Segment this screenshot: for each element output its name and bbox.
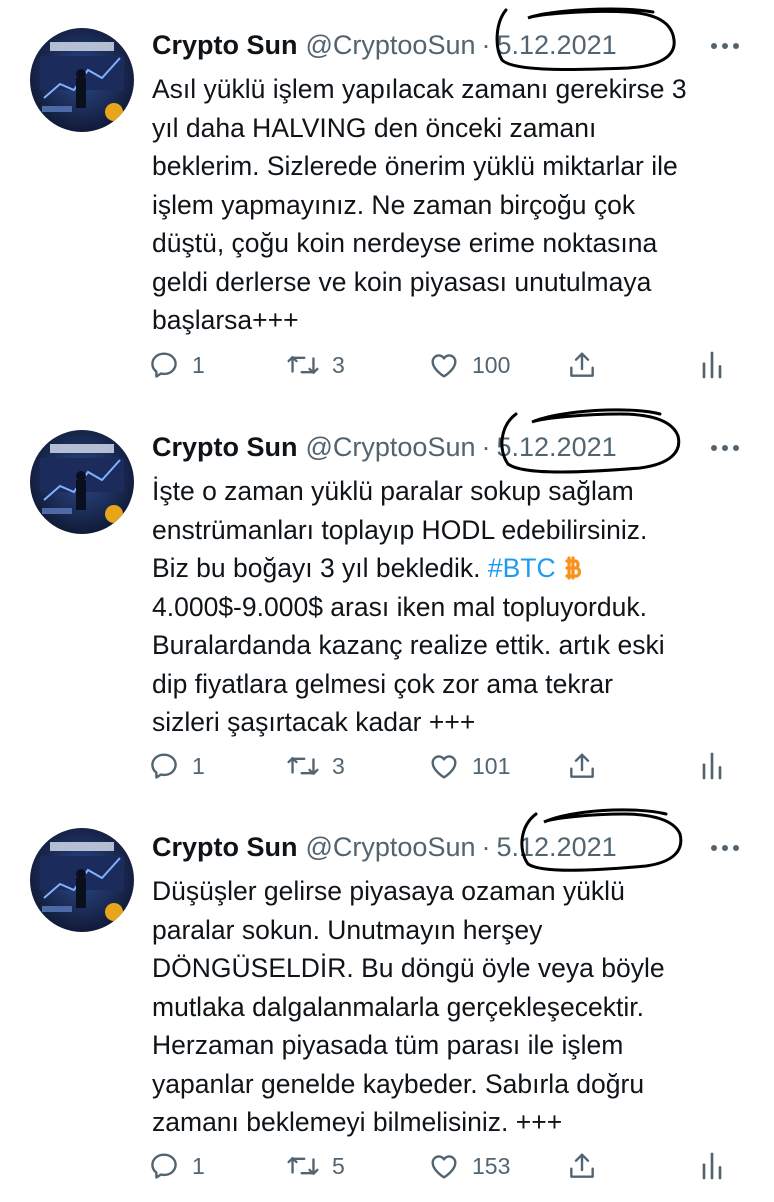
tweet[interactable]: Crypto Sun @CryptooSun · 5.12.2021 Düşüşler… (0, 802, 774, 1202)
like-icon (431, 354, 457, 378)
tweet-text-line: paralar sokun. Unutmayın herşey (152, 914, 543, 945)
share-icon (570, 352, 594, 377)
more-icon[interactable] (710, 444, 740, 452)
tweet-text-line: başlarsa+++ (152, 305, 299, 335)
like-count: 100 (472, 351, 511, 378)
tweet-date[interactable]: 5.12.2021 (497, 832, 617, 862)
tweet[interactable]: Crypto Sun @CryptooSun · 5.12.2021 İşte o z… (0, 402, 774, 802)
avatar[interactable] (30, 430, 134, 534)
retweet-icon (287, 355, 319, 375)
bitcoin-icon (565, 556, 581, 580)
tweet-text-line: mutlaka dalgalanmalarla gerçekleşecektir… (152, 991, 644, 1022)
reply-count: 1 (192, 1152, 205, 1179)
author-name[interactable]: Crypto Sun (152, 30, 298, 60)
retweet-button[interactable]: 3 (286, 746, 345, 786)
retweet-icon (287, 756, 319, 776)
author-name[interactable]: Crypto Sun (152, 832, 298, 862)
like-count: 101 (472, 752, 511, 779)
separator-dot: · (481, 832, 491, 862)
tweet-text-line: geldi derlerse ve koin piyasası unutulma… (152, 266, 652, 297)
tweet-actions: 1 3 100 (148, 345, 748, 385)
share-button[interactable] (566, 746, 598, 786)
tweet-actions: 1 3 101 (148, 746, 748, 786)
reply-count: 1 (192, 752, 205, 779)
like-button[interactable]: 100 (428, 345, 510, 385)
tweet-actions: 1 5 153 (148, 1146, 748, 1186)
share-icon (570, 1153, 594, 1178)
author-handle[interactable]: @CryptooSun (306, 30, 476, 60)
retweet-button[interactable]: 5 (286, 1146, 345, 1186)
analytics-icon (702, 351, 722, 379)
reply-icon (151, 1153, 177, 1179)
tweet-text: Düşüşler gelirse piyasaya ozaman yüklü p… (152, 872, 752, 1142)
like-count: 153 (472, 1152, 511, 1179)
analytics-icon (702, 752, 722, 780)
separator-dot: · (481, 432, 491, 462)
retweet-icon (287, 1156, 319, 1176)
share-button[interactable] (566, 1146, 598, 1186)
tweet-text-line: sizleri şaşırtacak kadar +++ (152, 707, 476, 737)
author-name[interactable]: Crypto Sun (152, 432, 298, 462)
retweet-button[interactable]: 3 (286, 345, 345, 385)
tweet-header: Crypto Sun @CryptooSun · 5.12.2021 (152, 430, 617, 464)
hashtag-link[interactable]: #BTC (488, 553, 556, 583)
analytics-button[interactable] (698, 345, 726, 385)
analytics-icon (702, 1152, 722, 1180)
avatar[interactable] (30, 828, 134, 932)
more-icon[interactable] (710, 42, 740, 50)
tweet-text-line: yıl daha HALVING den önceki zamanı (152, 112, 597, 143)
tweet-text: Asıl yüklü işlem yapılacak zamanı gereki… (152, 70, 752, 340)
like-button[interactable]: 101 (428, 746, 510, 786)
analytics-button[interactable] (698, 746, 726, 786)
reply-count: 1 (192, 351, 205, 378)
tweet-text-line: işlem yapmayınız. Ne zaman birçoğu çok (152, 189, 636, 220)
tweet-date[interactable]: 5.12.2021 (497, 30, 617, 60)
tweet-text-line: Düşüşler gelirse piyasaya ozaman yüklü (152, 876, 625, 906)
tweet-date[interactable]: 5.12.2021 (497, 432, 617, 462)
more-icon[interactable] (710, 844, 740, 852)
reply-icon (151, 352, 177, 378)
tweet-text-line: İşte o zaman yüklü paralar sokup sağlam (152, 476, 634, 506)
tweet[interactable]: Crypto Sun @CryptooSun · 5.12.2021 Asıl yük… (0, 0, 774, 400)
separator-dot: · (481, 30, 491, 60)
tweet-text-line: düştü, çoğu koin nerdeyse erime noktasın… (152, 228, 658, 258)
author-handle[interactable]: @CryptooSun (306, 432, 476, 462)
share-icon (570, 753, 594, 778)
tweet-text-line: dip fiyatlara gelmesi çok zor ama tekrar (152, 668, 613, 699)
like-button[interactable]: 153 (428, 1146, 510, 1186)
tweet-text-line: Asıl yüklü işlem yapılacak zamanı gereki… (152, 74, 687, 104)
retweet-count: 3 (332, 752, 345, 779)
reply-button[interactable]: 1 (148, 345, 205, 385)
avatar[interactable] (30, 28, 134, 132)
like-icon (431, 755, 457, 779)
tweet-text-segment: Biz bu boğayı 3 yıl bekledik. (152, 553, 488, 583)
tweet-text-line: 4.000$-9.000$ arası iken mal topluyorduk… (152, 591, 647, 622)
tweet-text: İşte o zaman yüklü paralar sokup sağlam … (152, 472, 752, 742)
tweet-text-line: Herzaman piyasada tüm parası ile işlem (152, 1030, 624, 1060)
like-icon (431, 1155, 457, 1179)
reply-button[interactable]: 1 (148, 1146, 205, 1186)
tweet-text-line: yapanlar genelde kaybeder. Sabırla doğru (152, 1068, 645, 1099)
tweet-text-line: zamanı beklemeyi bilmelisiniz. +++ (152, 1107, 563, 1137)
tweet-text-line: DÖNGÜSELDİR. Bu döngü öyle veya böyle (152, 953, 665, 983)
tweet-text-line: beklerim. Sizlerede önerim yüklü miktarl… (152, 151, 678, 181)
tweet-text-line: Biz bu boğayı 3 yıl bekledik. #BTC (152, 549, 752, 588)
retweet-count: 3 (332, 351, 345, 378)
reply-button[interactable]: 1 (148, 746, 205, 786)
tweet-header: Crypto Sun @CryptooSun · 5.12.2021 (152, 830, 617, 864)
tweet-text-line: enstrümanları toplayıp HODL edebilirsini… (152, 514, 648, 545)
author-handle[interactable]: @CryptooSun (306, 832, 476, 862)
share-button[interactable] (566, 345, 598, 385)
tweet-text-line: Buralardanda kazanç realize ettik. artık… (152, 630, 665, 660)
tweet-header: Crypto Sun @CryptooSun · 5.12.2021 (152, 28, 617, 62)
reply-icon (151, 753, 177, 779)
retweet-count: 5 (332, 1152, 345, 1179)
analytics-button[interactable] (698, 1146, 726, 1186)
